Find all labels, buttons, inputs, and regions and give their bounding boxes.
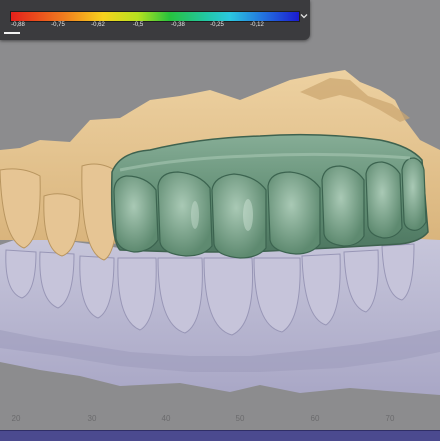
deviation-color-legend: -0,88 -0,75 -0,62 -0,5 -0,38 -0,25 -0,12 bbox=[0, 0, 310, 40]
scale-tick-label: -0,25 bbox=[210, 22, 224, 28]
scale-tick-label: -0,12 bbox=[250, 22, 264, 28]
dental-scan-scene[interactable] bbox=[0, 0, 440, 430]
ruler-label: 40 bbox=[161, 414, 171, 423]
scale-tick-label: -0,75 bbox=[51, 22, 65, 28]
scale-tick-label: -0,62 bbox=[91, 22, 105, 28]
scale-tick-label: -0,88 bbox=[11, 22, 25, 28]
ruler-label: 60 bbox=[310, 414, 320, 423]
ruler-label: 70 bbox=[385, 414, 395, 423]
status-bar bbox=[0, 430, 440, 441]
3d-viewport[interactable] bbox=[0, 0, 440, 430]
scale-selection-indicator bbox=[4, 32, 20, 34]
ruler-label: 20 bbox=[11, 414, 21, 423]
scale-tick-label: -0,5 bbox=[132, 22, 144, 28]
ruler-label: 50 bbox=[235, 414, 245, 423]
chevron-down-icon[interactable] bbox=[300, 12, 308, 20]
color-scale-bar bbox=[10, 11, 300, 22]
scale-tick-label: -0,38 bbox=[171, 22, 185, 28]
ruler-label: 30 bbox=[87, 414, 97, 423]
crown-bridge bbox=[110, 133, 429, 259]
measurement-ruler bbox=[0, 411, 440, 431]
